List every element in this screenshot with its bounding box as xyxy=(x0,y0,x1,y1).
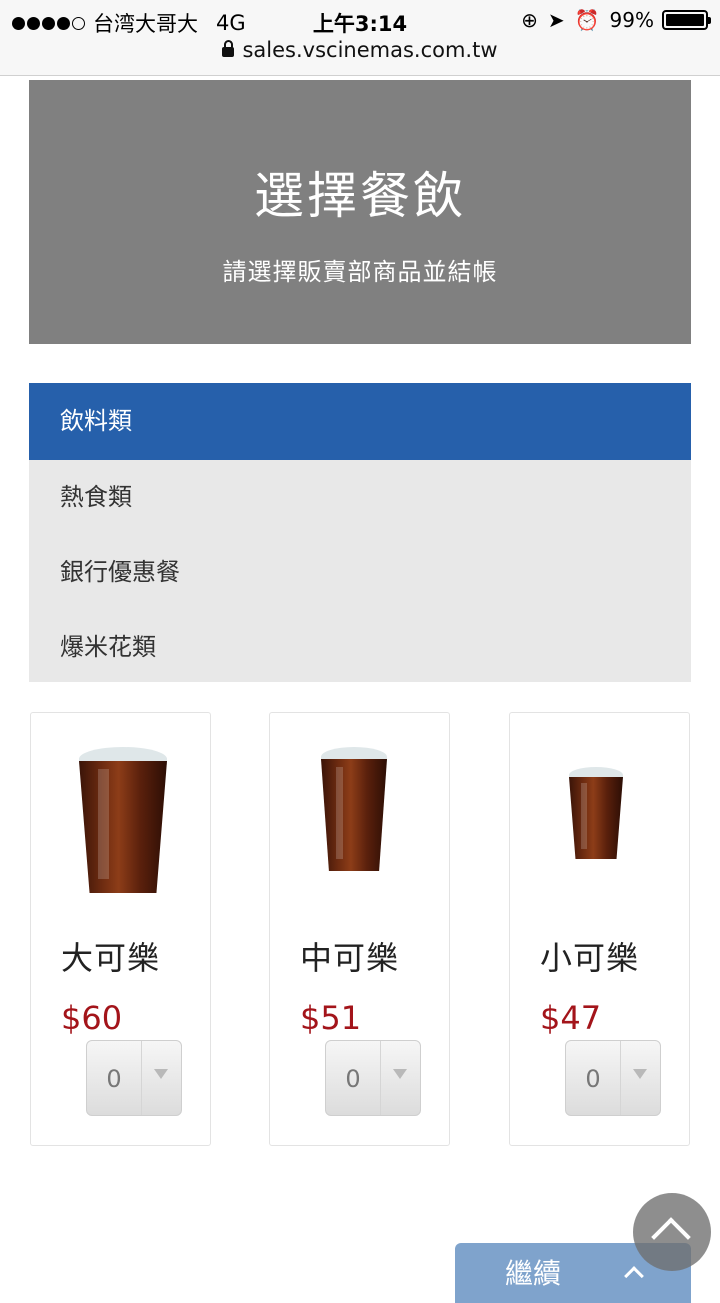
chevron-up-icon xyxy=(624,1266,644,1286)
category-item-popcorn[interactable]: 爆米花類 xyxy=(29,610,691,685)
product-name: 小可樂 xyxy=(540,939,640,977)
quantity-value: 0 xyxy=(326,1041,381,1115)
quantity-select[interactable]: 0 xyxy=(565,1040,661,1116)
status-bar: 台湾大哥大 4G 上午3:14 ⊕ ➤ ⏰ 99% sales.vscinema… xyxy=(0,0,720,76)
page-header: 選擇餐飲 請選擇販賣部商品並結帳 xyxy=(29,80,691,344)
rotation-lock-icon: ⊕ xyxy=(521,8,538,32)
continue-label: 繼續 xyxy=(505,1257,562,1290)
product-card-small-cola[interactable]: 小可樂 $47 0 xyxy=(509,712,690,1146)
status-icons: ⊕ ➤ ⏰ 99% xyxy=(511,8,711,32)
battery-icon xyxy=(662,10,711,30)
product-card-medium-cola[interactable]: 中可樂 $51 0 xyxy=(269,712,450,1146)
large-cola-image xyxy=(79,747,167,893)
product-price: $47 xyxy=(540,999,602,1037)
alarm-icon: ⏰ xyxy=(574,8,600,32)
quantity-select[interactable]: 0 xyxy=(325,1040,421,1116)
chevron-down-icon xyxy=(142,1041,181,1115)
battery-percent: 99% xyxy=(609,8,654,32)
category-item-hot-food[interactable]: 熱食類 xyxy=(29,460,691,535)
scroll-to-top-button[interactable] xyxy=(633,1193,711,1271)
product-name: 中可樂 xyxy=(300,939,400,977)
product-name: 大可樂 xyxy=(61,939,161,977)
chevron-down-icon xyxy=(621,1041,660,1115)
lock-icon xyxy=(222,40,235,57)
small-cola-image xyxy=(569,767,623,859)
chevron-up-icon xyxy=(651,1217,691,1257)
product-price: $60 xyxy=(61,999,123,1037)
url-text: sales.vscinemas.com.tw xyxy=(242,38,498,62)
quantity-select[interactable]: 0 xyxy=(86,1040,182,1116)
product-card-large-cola[interactable]: 大可樂 $60 0 xyxy=(30,712,211,1146)
category-item-drinks[interactable]: 飲料類 xyxy=(29,383,691,460)
category-menu: 飲料類 熱食類 銀行優惠餐 爆米花類 xyxy=(29,383,691,682)
category-item-bank-offers[interactable]: 銀行優惠餐 xyxy=(29,535,691,610)
chevron-down-icon xyxy=(381,1041,420,1115)
product-price: $51 xyxy=(300,999,362,1037)
page-subtitle: 請選擇販賣部商品並結帳 xyxy=(222,258,498,286)
quantity-value: 0 xyxy=(87,1041,142,1115)
location-arrow-icon: ➤ xyxy=(547,8,565,32)
quantity-value: 0 xyxy=(566,1041,621,1115)
page-title: 選擇餐飲 xyxy=(254,167,466,225)
address-bar[interactable]: sales.vscinemas.com.tw xyxy=(0,38,720,62)
medium-cola-image xyxy=(321,747,387,871)
